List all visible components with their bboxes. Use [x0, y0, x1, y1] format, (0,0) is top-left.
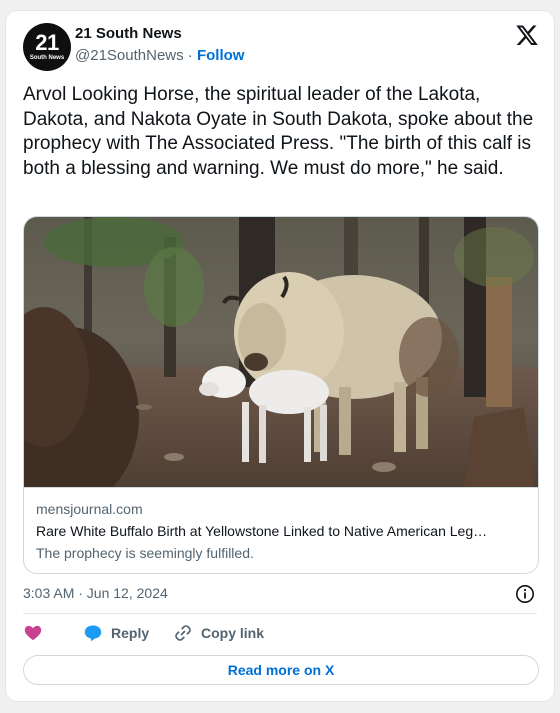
handle-row: @21SouthNews · Follow [75, 47, 244, 64]
x-logo-icon[interactable] [515, 23, 539, 47]
avatar-number: 21 [35, 30, 59, 55]
reply-button[interactable]: Reply [83, 623, 149, 643]
copy-link-button[interactable]: Copy link [173, 623, 264, 643]
heart-icon [24, 625, 42, 641]
link-icon [175, 625, 191, 641]
link-description: The prophecy is seemingly fulfilled. [36, 545, 254, 561]
tweet-timestamp[interactable]: 3:03 AM · Jun 12, 2024 [23, 585, 168, 601]
account-name[interactable]: 21 South News [75, 25, 182, 42]
tweet-header: 21 South News 21 South News @21SouthNews… [23, 23, 539, 73]
read-more-button[interactable]: Read more on X [23, 655, 539, 685]
link-preview-card[interactable]: mensjournal.com Rare White Buffalo Birth… [23, 216, 539, 574]
copy-link-label: Copy link [201, 625, 265, 641]
reply-bubble-icon [84, 625, 102, 642]
avatar-subtext: South News [29, 55, 65, 61]
follow-button[interactable]: Follow [197, 47, 245, 64]
link-title: Rare White Buffalo Birth at Yellowstone … [36, 523, 488, 539]
link-meta: mensjournal.com Rare White Buffalo Birth… [24, 487, 538, 573]
tweet-text: Arvol Looking Horse, the spiritual leade… [23, 84, 534, 179]
avatar[interactable]: 21 South News [23, 23, 71, 71]
like-button[interactable] [23, 623, 43, 643]
action-bar: Reply Copy link [23, 623, 543, 645]
link-domain: mensjournal.com [36, 501, 143, 517]
reply-label: Reply [111, 625, 150, 641]
separator: · [187, 47, 193, 64]
tweet-card: 21 South News 21 South News @21SouthNews… [5, 10, 555, 702]
account-handle[interactable]: @21SouthNews [75, 47, 184, 64]
buffalo-photo [24, 217, 538, 487]
divider [23, 613, 537, 614]
info-icon[interactable] [515, 584, 535, 604]
